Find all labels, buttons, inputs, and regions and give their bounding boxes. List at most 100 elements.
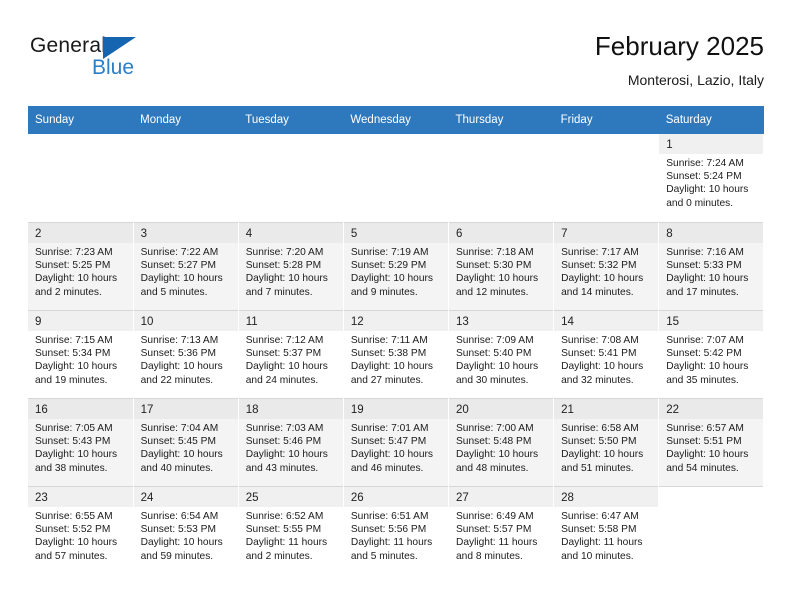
calendar-day-cell[interactable]: 1 Sunrise: 7:24 AM Sunset: 5:24 PM Daylight… xyxy=(658,134,765,222)
day-sun-info: Sunrise: 7:08 AM Sunset: 5:41 PM Daylight:… xyxy=(554,331,658,387)
calendar-week-row: 9 Sunrise: 7:15 AM Sunset: 5:34 PM Daylight… xyxy=(28,310,765,398)
sunrise-text: Sunrise: 7:05 AM xyxy=(35,423,113,434)
calendar-day-cell[interactable]: 2 Sunrise: 7:23 AM Sunset: 5:25 PM Daylight… xyxy=(28,222,134,310)
sunset-text: Sunset: 5:27 PM xyxy=(140,260,216,272)
calendar-day-cell[interactable]: 11 Sunrise: 7:12 AM Sunset: 5:37 PM Dayligh… xyxy=(238,310,344,398)
sunset-text: Sunset: 5:55 PM xyxy=(245,524,322,536)
calendar-cell-inner: 5 Sunrise: 7:19 AM Sunset: 5:29 PM Daylight… xyxy=(343,222,448,310)
daylight-text-line2: and 24 minutes. xyxy=(245,374,319,386)
daylight-text-line1: Daylight: 10 hours xyxy=(456,449,539,461)
calendar-day-cell[interactable]: 26 Sunrise: 6:51 AM Sunset: 5:56 PM Dayligh… xyxy=(343,486,450,574)
sunrise-text: Sunrise: 7:17 AM xyxy=(561,247,639,258)
sunset-text: Sunset: 5:50 PM xyxy=(561,436,637,448)
day-number: 2 xyxy=(28,223,133,243)
daylight-text-line1: Daylight: 10 hours xyxy=(35,273,118,285)
calendar-day-cell[interactable]: 17 Sunrise: 7:04 AM Sunset: 5:45 PM Dayligh… xyxy=(133,398,239,486)
calendar-day-cell[interactable]: 22 Sunrise: 6:57 AM Sunset: 5:51 PM Dayligh… xyxy=(658,398,765,486)
calendar-day-cell[interactable]: 24 Sunrise: 6:54 AM Sunset: 5:53 PM Dayligh… xyxy=(133,486,239,574)
calendar-day-cell[interactable]: 23 Sunrise: 6:55 AM Sunset: 5:52 PM Dayligh… xyxy=(28,486,134,574)
day-number: 20 xyxy=(449,399,554,419)
daylight-text-line2: and 7 minutes. xyxy=(245,286,313,298)
calendar-day-cell[interactable]: 6 Sunrise: 7:18 AM Sunset: 5:30 PM Daylight… xyxy=(448,222,555,310)
sunrise-text: Sunrise: 6:52 AM xyxy=(245,511,324,522)
calendar-day-cell[interactable]: 3 Sunrise: 7:22 AM Sunset: 5:27 PM Daylight… xyxy=(133,222,239,310)
sunrise-text: Sunrise: 6:47 AM xyxy=(561,511,639,522)
daylight-text-line1: Daylight: 10 hours xyxy=(666,184,749,196)
calendar-cell-inner: 4 Sunrise: 7:20 AM Sunset: 5:28 PM Daylight… xyxy=(238,222,343,310)
calendar-day-cell[interactable]: 27 Sunrise: 6:49 AM Sunset: 5:57 PM Dayligh… xyxy=(448,486,555,574)
daylight-text-line2: and 14 minutes. xyxy=(561,286,634,298)
sunrise-text: Sunrise: 6:51 AM xyxy=(350,511,429,522)
calendar-cell-empty xyxy=(28,134,134,222)
calendar-cell-inner xyxy=(134,134,238,222)
calendar-cell-empty xyxy=(238,134,344,222)
sunrise-text: Sunrise: 7:11 AM xyxy=(350,335,428,346)
sunset-text: Sunset: 5:58 PM xyxy=(561,524,637,536)
sunrise-text: Sunrise: 7:04 AM xyxy=(140,423,219,434)
column-header-sunday: Sunday xyxy=(28,106,134,134)
calendar-day-cell[interactable]: 20 Sunrise: 7:00 AM Sunset: 5:48 PM Dayligh… xyxy=(448,398,555,486)
daylight-text-line1: Daylight: 10 hours xyxy=(350,449,433,461)
calendar-day-cell[interactable]: 25 Sunrise: 6:52 AM Sunset: 5:55 PM Dayligh… xyxy=(238,486,344,574)
calendar-cell-inner: 8 Sunrise: 7:16 AM Sunset: 5:33 PM Daylight… xyxy=(659,222,764,310)
calendar-week-row: 16 Sunrise: 7:05 AM Sunset: 5:43 PM Dayligh… xyxy=(28,398,765,486)
calendar-day-cell[interactable]: 13 Sunrise: 7:09 AM Sunset: 5:40 PM Dayligh… xyxy=(448,310,555,398)
calendar-day-cell[interactable]: 8 Sunrise: 7:16 AM Sunset: 5:33 PM Daylight… xyxy=(658,222,765,310)
day-number: 8 xyxy=(659,223,764,243)
calendar-cell-inner: 21 Sunrise: 6:58 AM Sunset: 5:50 PM Dayligh… xyxy=(554,398,659,486)
column-header-saturday: Saturday xyxy=(658,106,764,134)
calendar-day-cell[interactable]: 18 Sunrise: 7:03 AM Sunset: 5:46 PM Dayligh… xyxy=(238,398,344,486)
daylight-text-line2: and 35 minutes. xyxy=(666,374,739,386)
day-sun-info: Sunrise: 7:01 AM Sunset: 5:47 PM Daylight:… xyxy=(344,419,448,475)
sunrise-text: Sunrise: 6:55 AM xyxy=(35,511,113,522)
generalblue-logo[interactable]: General Blue xyxy=(30,34,210,92)
calendar-cell-inner: 22 Sunrise: 6:57 AM Sunset: 5:51 PM Dayligh… xyxy=(659,398,764,486)
daylight-text-line1: Daylight: 10 hours xyxy=(456,273,539,285)
calendar-day-cell[interactable]: 28 Sunrise: 6:47 AM Sunset: 5:58 PM Dayligh… xyxy=(553,486,660,574)
calendar-cell-inner: 20 Sunrise: 7:00 AM Sunset: 5:48 PM Dayligh… xyxy=(449,398,554,486)
daylight-text-line1: Daylight: 10 hours xyxy=(666,273,749,285)
day-sun-info: Sunrise: 7:12 AM Sunset: 5:37 PM Daylight:… xyxy=(239,331,343,387)
sunrise-text: Sunrise: 7:22 AM xyxy=(140,247,219,258)
column-header-monday: Monday xyxy=(133,106,239,134)
calendar-day-cell[interactable]: 12 Sunrise: 7:11 AM Sunset: 5:38 PM Dayligh… xyxy=(343,310,450,398)
sunrise-text: Sunrise: 7:09 AM xyxy=(456,335,534,346)
calendar-cell-inner: 15 Sunrise: 7:07 AM Sunset: 5:42 PM Dayligh… xyxy=(659,310,764,398)
day-sun-info: Sunrise: 7:20 AM Sunset: 5:28 PM Daylight:… xyxy=(239,243,343,299)
calendar-cell-inner: 25 Sunrise: 6:52 AM Sunset: 5:55 PM Dayligh… xyxy=(238,486,343,574)
calendar-day-cell[interactable]: 7 Sunrise: 7:17 AM Sunset: 5:32 PM Daylight… xyxy=(553,222,660,310)
calendar-cell-inner: 23 Sunrise: 6:55 AM Sunset: 5:52 PM Dayligh… xyxy=(28,486,133,574)
daylight-text-line1: Daylight: 10 hours xyxy=(456,361,539,373)
day-number: 27 xyxy=(449,487,554,507)
day-number: 16 xyxy=(28,399,133,419)
sunset-text: Sunset: 5:25 PM xyxy=(35,260,111,272)
daylight-text-line2: and 54 minutes. xyxy=(666,462,739,474)
calendar-cell-empty xyxy=(448,134,555,222)
calendar-day-cell[interactable]: 21 Sunrise: 6:58 AM Sunset: 5:50 PM Dayligh… xyxy=(553,398,660,486)
daylight-text-line2: and 2 minutes. xyxy=(245,550,313,562)
day-sun-info: Sunrise: 7:13 AM Sunset: 5:36 PM Daylight:… xyxy=(134,331,238,387)
calendar-day-cell[interactable]: 5 Sunrise: 7:19 AM Sunset: 5:29 PM Daylight… xyxy=(343,222,450,310)
day-sun-info: Sunrise: 7:00 AM Sunset: 5:48 PM Daylight:… xyxy=(449,419,553,475)
day-sun-info: Sunrise: 6:54 AM Sunset: 5:53 PM Daylight:… xyxy=(134,507,238,563)
calendar-day-cell[interactable]: 15 Sunrise: 7:07 AM Sunset: 5:42 PM Dayligh… xyxy=(658,310,765,398)
logo-text-blue: Blue xyxy=(92,56,135,79)
day-sun-info: Sunrise: 6:51 AM Sunset: 5:56 PM Daylight:… xyxy=(344,507,448,563)
calendar-day-cell[interactable]: 10 Sunrise: 7:13 AM Sunset: 5:36 PM Dayligh… xyxy=(133,310,239,398)
calendar-day-cell[interactable]: 16 Sunrise: 7:05 AM Sunset: 5:43 PM Dayligh… xyxy=(28,398,134,486)
sunrise-text: Sunrise: 6:49 AM xyxy=(456,511,534,522)
sunset-text: Sunset: 5:28 PM xyxy=(245,260,322,272)
day-number: 25 xyxy=(238,487,343,507)
calendar-day-cell[interactable]: 9 Sunrise: 7:15 AM Sunset: 5:34 PM Daylight… xyxy=(28,310,134,398)
sunset-text: Sunset: 5:36 PM xyxy=(140,348,216,360)
sunrise-text: Sunrise: 7:12 AM xyxy=(245,335,324,346)
calendar-cell-inner xyxy=(28,134,133,222)
calendar-cell-inner xyxy=(449,134,553,222)
day-number: 15 xyxy=(659,311,764,331)
day-number: 13 xyxy=(449,311,554,331)
calendar-day-cell[interactable]: 14 Sunrise: 7:08 AM Sunset: 5:41 PM Dayligh… xyxy=(553,310,660,398)
calendar-day-cell[interactable]: 19 Sunrise: 7:01 AM Sunset: 5:47 PM Dayligh… xyxy=(343,398,450,486)
calendar-day-cell[interactable]: 4 Sunrise: 7:20 AM Sunset: 5:28 PM Daylight… xyxy=(238,222,344,310)
day-number: 19 xyxy=(343,399,448,419)
daylight-text-line1: Daylight: 10 hours xyxy=(140,273,223,285)
